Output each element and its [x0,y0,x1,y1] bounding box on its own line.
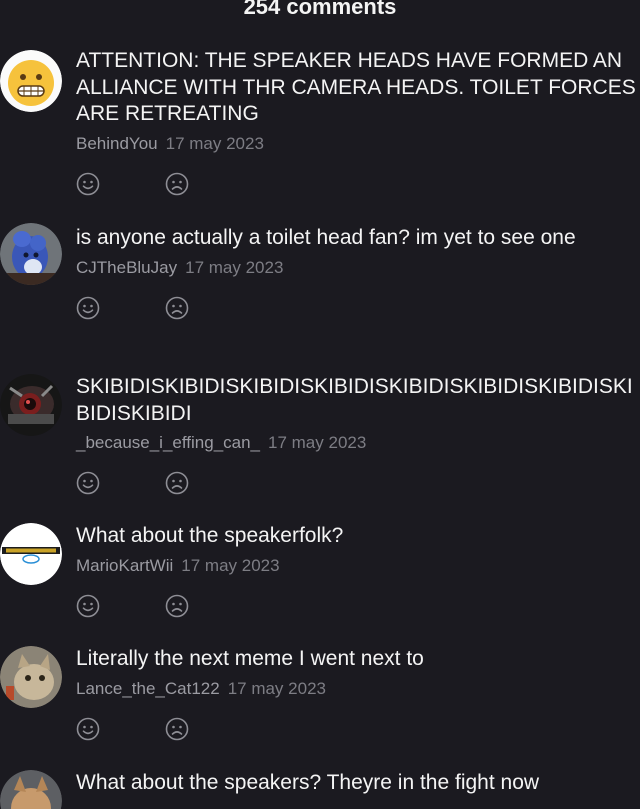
comment-reactions [76,296,640,322]
comment-text: SKIBIDISKIBIDISKIBIDISKIBIDISKIBIDISKIBI… [76,375,633,425]
comment-author[interactable]: MarioKartWii [76,556,173,575]
smile-icon[interactable] [76,471,100,495]
comment-author[interactable]: Lance_the_Cat122 [76,679,220,698]
comment-date: 17 may 2023 [268,433,367,452]
comment-text: Literally the next meme I went next to [76,647,424,670]
dog-photo-avatar-icon[interactable] [0,770,62,809]
comment-meta: Lance_the_Cat122 17 may 2023 [76,679,640,699]
smile-icon[interactable] [76,296,100,320]
comment-meta [76,803,640,809]
smile-icon[interactable] [76,594,100,618]
comment-text: What about the speakerfolk? [76,524,344,547]
comment-reactions [76,172,640,198]
comments-count-title: 254 comments [243,0,397,19]
frown-icon[interactable] [165,172,189,196]
smile-icon[interactable] [76,172,100,196]
comment-reactions [76,471,640,497]
comment-reactions [76,594,640,620]
comment-author[interactable]: CJTheBluJay [76,258,177,277]
comment-text: is anyone actually a toilet head fan? im… [76,226,576,249]
frown-icon[interactable] [165,717,189,741]
frown-icon[interactable] [165,296,189,320]
comments-screen: 254 comments ATTENTION: THE SPEAKER HEAD… [0,0,640,809]
comment-date: 17 may 2023 [181,555,280,575]
comment-date: 17 may 2023 [185,257,284,277]
comment-reactions [76,717,640,743]
comment-meta: _because_i_effing_can_ 17 may 2023 [76,433,640,453]
comment-meta: BehindYou 17 may 2023 [76,134,640,154]
comment-meta: MarioKartWii 17 may 2023 [76,556,640,576]
dark-robot-avatar-icon[interactable] [0,374,62,436]
comment-meta: CJTheBluJay 17 may 2023 [76,258,640,278]
comment-date: 17 may 2023 [227,678,326,698]
cat-photo-avatar-icon[interactable] [0,646,62,708]
comment-text: What about the speakers? Theyre in the f… [76,771,540,794]
comment-author[interactable]: BehindYou [76,134,158,153]
frown-icon[interactable] [165,471,189,495]
comment-text: ATTENTION: THE SPEAKER HEADS HAVE FORMED… [76,49,636,125]
comment-date: 17 may 2023 [165,133,264,153]
frown-icon[interactable] [165,594,189,618]
grimace-emoji-avatar-icon[interactable] [0,50,62,112]
blue-creature-avatar-icon[interactable] [0,223,62,285]
comment-author[interactable]: _because_i_effing_can_ [76,433,260,452]
smile-icon[interactable] [76,717,100,741]
mario-kart-wii-logo-avatar-icon[interactable] [0,523,62,585]
